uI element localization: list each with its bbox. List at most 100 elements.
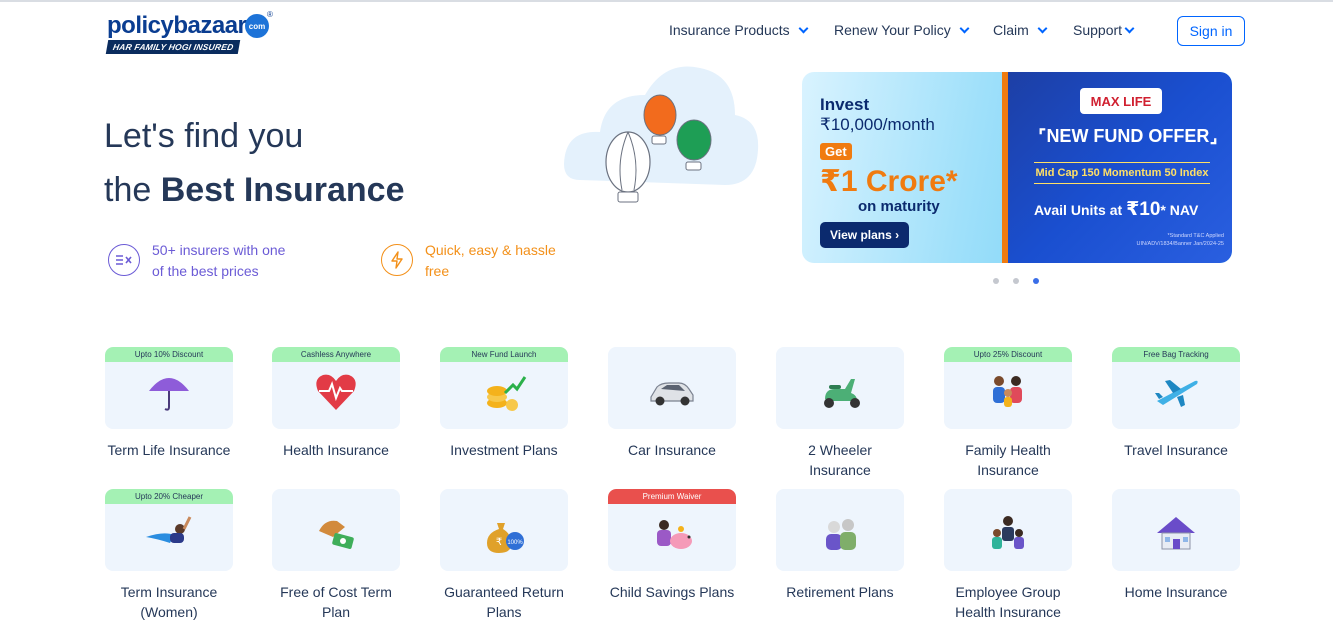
- banner-crore: ₹1 Crore*: [820, 165, 958, 198]
- nav-label: Insurance Products: [669, 22, 790, 38]
- product-label: Term Insurance (Women): [120, 584, 218, 620]
- product-retirement[interactable]: Retirement Plans: [776, 489, 904, 602]
- banner-fund-name: Mid Cap 150 Momentum 50 Index: [1034, 162, 1210, 184]
- product-travel[interactable]: Free Bag Tracking Travel Insurance: [1112, 347, 1240, 460]
- product-label: Term Life Insurance: [107, 442, 231, 458]
- hero-heading-bold: Best Insurance: [160, 171, 405, 209]
- product-card[interactable]: [776, 489, 904, 571]
- chevron-down-icon: [798, 23, 809, 33]
- product-label: Car Insurance: [628, 442, 716, 458]
- nav-support[interactable]: Support: [1073, 20, 1135, 40]
- product-card[interactable]: [776, 347, 904, 429]
- product-card[interactable]: New Fund Launch: [440, 347, 568, 429]
- banner-fine-print: *Standard T&C Applied UIN/ADV/1834/Banner…: [1102, 232, 1224, 248]
- product-badge: New Fund Launch: [440, 347, 568, 362]
- product-guaranteed-return[interactable]: ₹100% Guaranteed Return Plans: [440, 489, 568, 622]
- carousel-dot[interactable]: [993, 278, 999, 284]
- hero-heading-prefix: the: [104, 171, 161, 209]
- product-card[interactable]: [272, 489, 400, 571]
- banner-avail-value: ₹10: [1126, 199, 1161, 220]
- maxlife-logo: MAX LIFE: [1080, 88, 1162, 114]
- product-label: Home Insurance: [1124, 584, 1228, 600]
- superwoman-icon: [146, 516, 192, 543]
- product-card[interactable]: Free Bag Tracking: [1112, 347, 1240, 429]
- logo-registered-mark: ®: [267, 10, 273, 19]
- nav-insurance-products[interactable]: Insurance Products: [669, 20, 809, 40]
- product-badge: Upto 25% Discount: [944, 347, 1072, 362]
- chevron-down-icon: [1124, 23, 1135, 33]
- house-icon: [1157, 517, 1195, 550]
- svg-text:100%: 100%: [507, 540, 523, 546]
- money-bag-icon: ₹100%: [487, 523, 524, 553]
- nav-label: Support: [1073, 22, 1123, 38]
- product-term-life[interactable]: Upto 10% Discount Term Life Insurance: [105, 347, 233, 460]
- nav-claim[interactable]: Claim: [993, 20, 1048, 40]
- employee-group-icon: [992, 516, 1024, 549]
- airplane-icon: [1155, 380, 1198, 407]
- product-label: Investment Plans: [450, 442, 558, 458]
- product-investment[interactable]: New Fund Launch Investment Plans: [440, 347, 568, 460]
- hand-money-icon: [319, 520, 354, 549]
- product-card[interactable]: ₹100%: [440, 489, 568, 571]
- product-card[interactable]: [1112, 489, 1240, 571]
- logo-dotcom-badge: com: [245, 14, 269, 38]
- product-card[interactable]: Upto 25% Discount: [944, 347, 1072, 429]
- hero-heading-line1: Let's find you: [104, 117, 304, 155]
- product-card[interactable]: Upto 10% Discount: [105, 347, 233, 429]
- product-label: Retirement Plans: [786, 584, 894, 600]
- product-card[interactable]: Upto 20% Cheaper: [105, 489, 233, 571]
- product-health[interactable]: Cashless Anywhere Health Insurance: [272, 347, 400, 460]
- banner-fine-line: *Standard T&C Applied: [1167, 233, 1224, 239]
- banner-avail: Avail Units at ₹10* NAV: [1034, 198, 1224, 221]
- carousel-dots: [993, 278, 1039, 284]
- product-term-women[interactable]: Upto 20% Cheaper Term Insurance (Women): [105, 489, 233, 622]
- scooter-icon: [824, 379, 860, 408]
- product-badge: Upto 20% Cheaper: [105, 489, 233, 504]
- product-label: 2 Wheeler Insurance: [808, 442, 872, 478]
- banner-avail-suffix: * NAV: [1160, 202, 1199, 218]
- product-free-term[interactable]: Free of Cost Term Plan: [272, 489, 400, 622]
- banner-maturity: on maturity: [858, 198, 940, 215]
- carousel-dot[interactable]: [1013, 278, 1019, 284]
- product-label: Family Health Insurance: [965, 442, 1051, 478]
- nav-label: Renew Your Policy: [834, 22, 951, 38]
- policybazaar-logo[interactable]: policybazaar com ® HAR FAMILY HOGI INSUR…: [105, 10, 277, 56]
- elderly-couple-icon: [826, 519, 856, 550]
- product-family-health[interactable]: Upto 25% Discount Family Health Insuranc…: [944, 347, 1072, 480]
- product-two-wheeler[interactable]: 2 Wheeler Insurance: [776, 347, 904, 480]
- product-employee-group-health[interactable]: Employee Group Health Insurance: [944, 489, 1072, 622]
- product-badge: Premium Waiver: [608, 489, 736, 504]
- svg-text:₹: ₹: [496, 537, 502, 548]
- product-label: Travel Insurance: [1124, 442, 1228, 458]
- product-card[interactable]: Premium Waiver: [608, 489, 736, 571]
- view-plans-button[interactable]: View plans ›: [820, 222, 910, 248]
- heart-pulse-icon: [316, 374, 356, 410]
- nav-renew-policy[interactable]: Renew Your Policy: [834, 20, 970, 40]
- product-child-savings[interactable]: Premium Waiver Child Savings Plans: [608, 489, 736, 602]
- product-card[interactable]: [944, 489, 1072, 571]
- sign-in-button[interactable]: Sign in: [1177, 16, 1245, 46]
- car-icon: [650, 382, 694, 406]
- chevron-down-icon: [959, 23, 970, 33]
- banner-offer-title: ⌜NEW FUND OFFER⌟: [1038, 126, 1218, 146]
- banner-amount: ₹10,000/month: [820, 115, 935, 134]
- feature-text: 50+ insurers with one of the best prices: [152, 242, 286, 279]
- coins-growth-icon: [487, 376, 527, 411]
- product-badge: Upto 10% Discount: [105, 347, 233, 362]
- product-home[interactable]: Home Insurance: [1112, 489, 1240, 602]
- carousel-dot-active[interactable]: [1033, 278, 1039, 284]
- balloons-cloud-illustration: [564, 66, 759, 203]
- product-badge: Free Bag Tracking: [1112, 347, 1240, 362]
- banner-avail-prefix: Avail Units at: [1034, 202, 1127, 218]
- product-car[interactable]: Car Insurance: [608, 347, 736, 460]
- banner-get-badge: Get: [820, 143, 852, 160]
- product-label: Employee Group Health Insurance: [955, 584, 1061, 620]
- product-label: Free of Cost Term Plan: [280, 584, 392, 620]
- nav-label: Claim: [993, 22, 1029, 38]
- product-card[interactable]: [608, 347, 736, 429]
- promo-banner[interactable]: Invest ₹10,000/month Get ₹1 Crore* on ma…: [802, 72, 1232, 263]
- feature-insurers: 50+ insurers with one of the best prices: [108, 240, 292, 282]
- product-card[interactable]: Cashless Anywhere: [272, 347, 400, 429]
- compare-icon: [108, 244, 140, 276]
- product-label: Guaranteed Return Plans: [444, 584, 564, 620]
